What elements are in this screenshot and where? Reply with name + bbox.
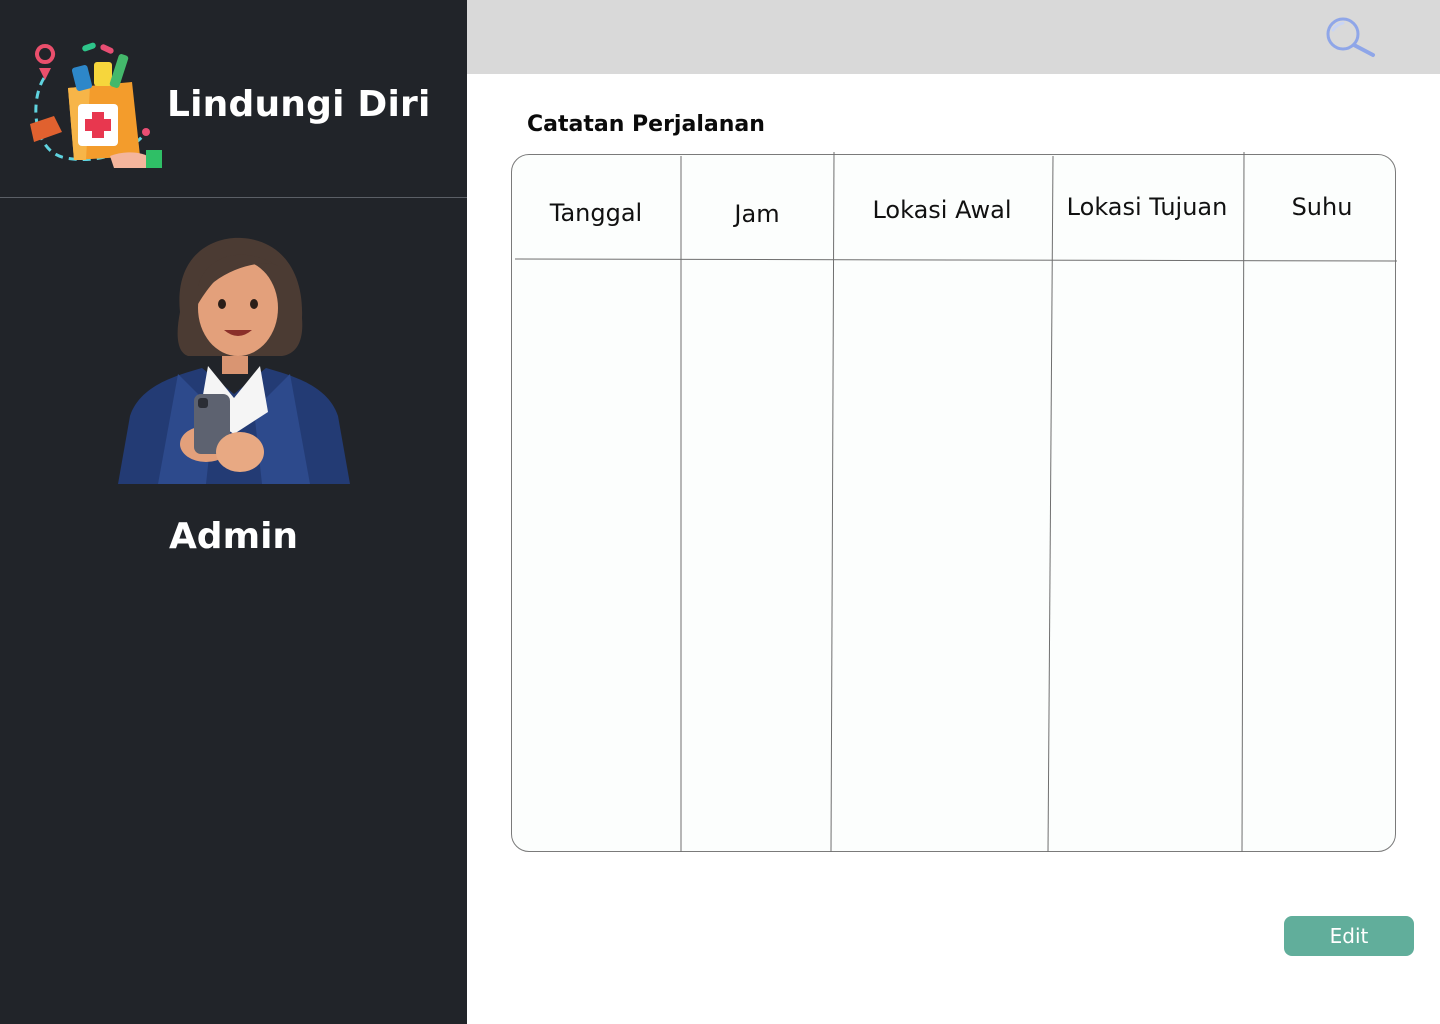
app-title: Lindungi Diri: [167, 84, 431, 125]
admin-avatar: [118, 237, 350, 484]
column-header-lokasi-awal: Lokasi Awal: [872, 196, 1012, 224]
edit-button[interactable]: Edit: [1284, 916, 1414, 956]
brand-header: Lindungi Diri: [0, 0, 467, 198]
top-bar: [467, 0, 1440, 74]
column-header-suhu: Suhu: [1291, 193, 1353, 221]
section-title: Catatan Perjalanan: [527, 112, 765, 137]
column-header-jam: Jam: [734, 200, 780, 228]
column-header-tanggal: Tanggal: [549, 199, 643, 227]
medicine-bag-logo: [30, 42, 162, 168]
search-icon[interactable]: [1325, 16, 1377, 60]
user-name: Admin: [168, 516, 299, 557]
sidebar: Lindungi Diri Admin: [0, 0, 467, 1024]
column-header-lokasi-tujuan: Lokasi Tujuan: [1066, 193, 1228, 221]
travel-log-table: Tanggal Jam Lokasi Awal Lokasi Tujuan Su…: [511, 151, 1398, 853]
